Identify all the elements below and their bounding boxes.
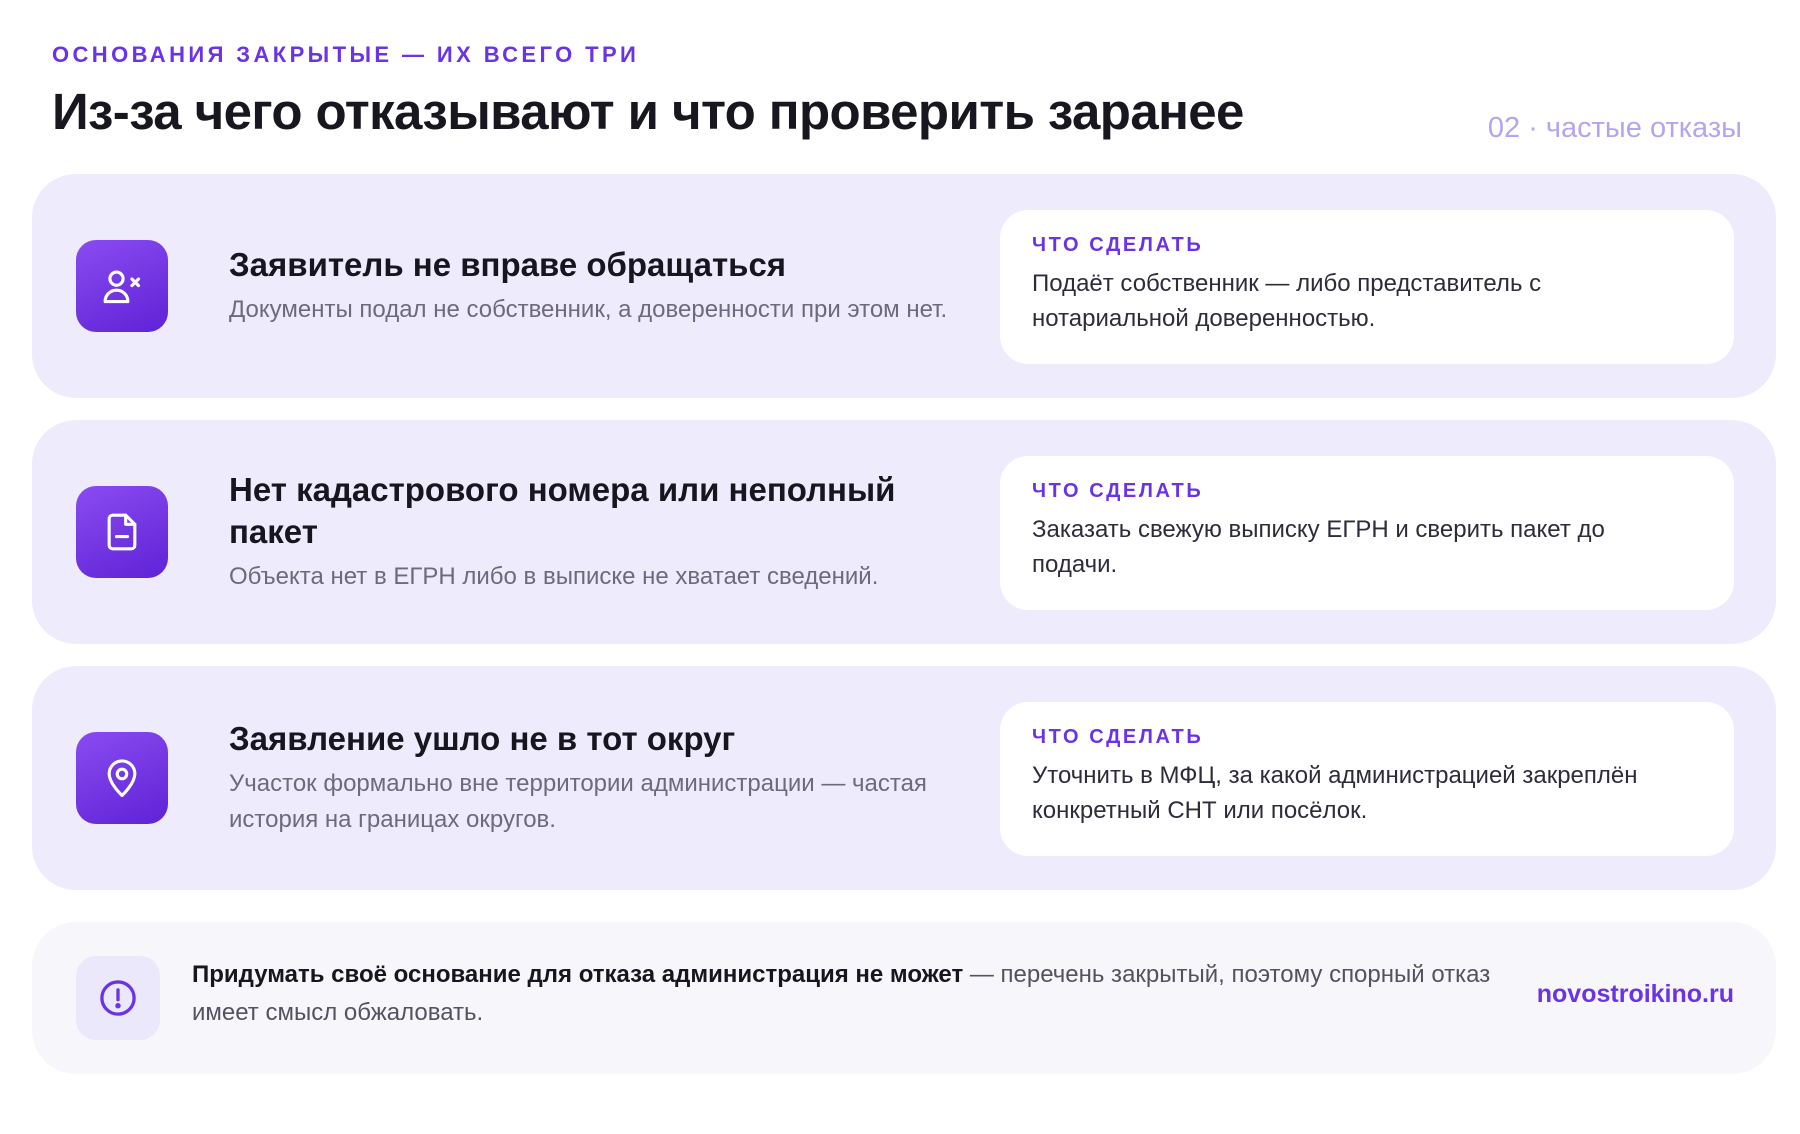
reason-description: Объекта нет в ЕГРН либо в выписке не хва…: [229, 563, 879, 590]
action-label: ЧТО СДЕЛАТЬ: [1032, 480, 1204, 502]
eyebrow-label: ОСНОВАНИЯ ЗАКРЫТЫЕ — ИХ ВСЕГО ТРИ: [52, 42, 640, 67]
page-title: Из-за чего отказывают и что проверить за…: [52, 83, 1244, 140]
map-pin-icon: [76, 732, 168, 824]
reason-card-cadastral: Нет кадастрового номера или неполный пак…: [32, 420, 1776, 644]
info-note: Придумать своё основание для отказа адми…: [32, 922, 1776, 1074]
user-x-icon: [76, 240, 168, 332]
reason-title: Заявление ушло не в тот округ: [229, 720, 736, 757]
reason-title: Заявитель не вправе обращаться: [229, 246, 787, 283]
note-emphasis: Придумать своё основание для отказа адми…: [192, 961, 964, 988]
note-text: Придумать своё основание для отказа адми…: [192, 956, 1492, 1032]
action-panel: ЧТО СДЕЛАТЬ Подаёт собственник — либо пр…: [1000, 210, 1734, 364]
action-text: Уточнить в МФЦ, за какой администрацией …: [1032, 762, 1638, 824]
brand-link[interactable]: novostroikino.ru: [1537, 980, 1734, 1009]
action-text: Подаёт собственник — либо представитель …: [1032, 270, 1542, 332]
reason-title: Нет кадастрового номера или неполный пак…: [229, 471, 896, 550]
alert-circle-icon: [76, 956, 160, 1040]
action-label: ЧТО СДЕЛАТЬ: [1032, 234, 1204, 256]
document-minus-icon: [76, 486, 168, 578]
action-panel: ЧТО СДЕЛАТЬ Заказать свежую выписку ЕГРН…: [1000, 456, 1734, 610]
reason-card-district: Заявление ушло не в тот округ Участок фо…: [32, 666, 1776, 890]
reason-description: Участок формально вне территории админис…: [229, 770, 927, 833]
reason-card-applicant: Заявитель не вправе обращаться Документы…: [32, 174, 1776, 398]
section-tag: 02 · частые отказы: [1487, 112, 1742, 144]
action-text: Заказать свежую выписку ЕГРН и сверить п…: [1032, 516, 1605, 578]
action-panel: ЧТО СДЕЛАТЬ Уточнить в МФЦ, за какой адм…: [1000, 702, 1734, 856]
action-label: ЧТО СДЕЛАТЬ: [1032, 726, 1204, 748]
reason-description: Документы подал не собственник, а довере…: [229, 296, 948, 323]
